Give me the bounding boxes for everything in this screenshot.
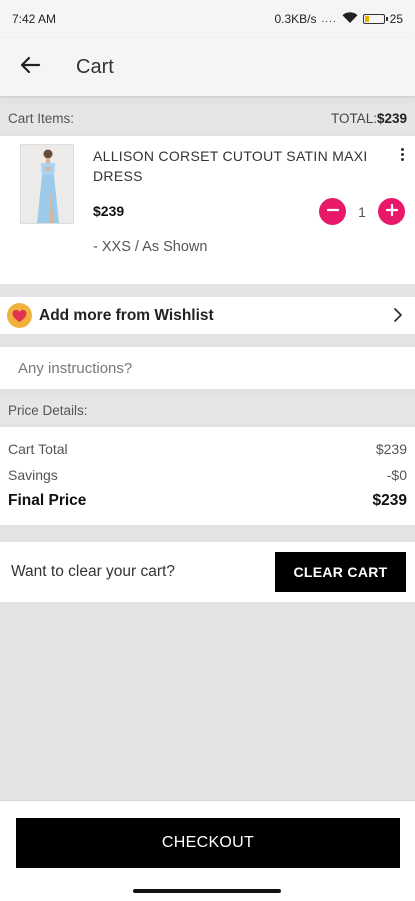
status-time: 7:42 AM [12, 12, 57, 26]
status-icons: 0.3KB/s .... 25 [274, 11, 403, 27]
wishlist-label: Add more from Wishlist [39, 306, 214, 324]
product-image[interactable] [20, 144, 74, 224]
page-title: Cart [76, 55, 114, 78]
total-value: $239 [376, 110, 407, 126]
decrease-quantity-button[interactable] [319, 198, 346, 225]
final-price-label: Final Price [8, 492, 87, 509]
final-price-value: $239 [372, 492, 407, 509]
clear-cart-button[interactable]: CLEAR CART [275, 552, 406, 592]
back-button[interactable] [0, 38, 60, 96]
cart-total-summary: TOTAL:$239 [331, 111, 407, 126]
signal-dots: .... [321, 13, 337, 25]
price-details: Cart Total $239 Savings -$0 Final Price … [0, 427, 415, 525]
battery-icon [362, 14, 388, 24]
savings-value: -$0 [386, 467, 407, 483]
network-speed: 0.3KB/s [274, 12, 317, 26]
heart-icon [7, 303, 32, 328]
minus-icon [326, 203, 339, 221]
battery-level: 25 [389, 12, 403, 26]
status-bar: 7:42 AM 0.3KB/s .... 25 [0, 0, 415, 38]
instructions-input[interactable] [16, 358, 400, 378]
increase-quantity-button[interactable] [378, 198, 405, 225]
price-details-label: Price Details: [8, 403, 88, 418]
checkout-bar: CHECKOUT [0, 800, 415, 901]
quantity-value: 1 [358, 203, 366, 220]
cart-item: ALLISON CORSET CUTOUT SATIN MAXI DRESS $… [0, 136, 415, 284]
checkout-button[interactable]: CHECKOUT [16, 818, 400, 868]
savings-label: Savings [8, 467, 58, 483]
add-from-wishlist-row[interactable]: Add more from Wishlist [0, 297, 415, 334]
instructions-row [0, 347, 415, 389]
price-row-savings: Savings -$0 [8, 467, 407, 483]
price-details-header: Price Details: [0, 397, 415, 424]
quantity-stepper: 1 [319, 198, 405, 225]
home-indicator[interactable] [133, 889, 281, 893]
app-bar: Cart [0, 38, 415, 96]
product-variant: - XXS / As Shown [93, 239, 208, 255]
arrow-left-icon [18, 53, 42, 82]
cart-total-label: Cart Total [8, 441, 68, 457]
cart-total-value: $239 [375, 441, 407, 457]
cart-items-label: Cart Items: [8, 110, 75, 126]
clear-cart-row: Want to clear your cart? CLEAR CART [0, 542, 415, 602]
kebab-menu-icon[interactable] [397, 148, 407, 168]
chevron-right-icon [393, 307, 403, 328]
product-price: $239 [93, 203, 125, 219]
total-label: TOTAL: [330, 110, 377, 126]
clear-cart-prompt: Want to clear your cart? [11, 563, 175, 580]
wifi-icon [342, 11, 358, 27]
product-name[interactable]: ALLISON CORSET CUTOUT SATIN MAXI DRESS [93, 146, 383, 186]
price-row-final: Final Price $239 [8, 492, 407, 510]
price-row-cart-total: Cart Total $239 [8, 441, 407, 457]
plus-icon [385, 203, 398, 221]
cart-items-header: Cart Items: TOTAL:$239 [0, 105, 415, 131]
